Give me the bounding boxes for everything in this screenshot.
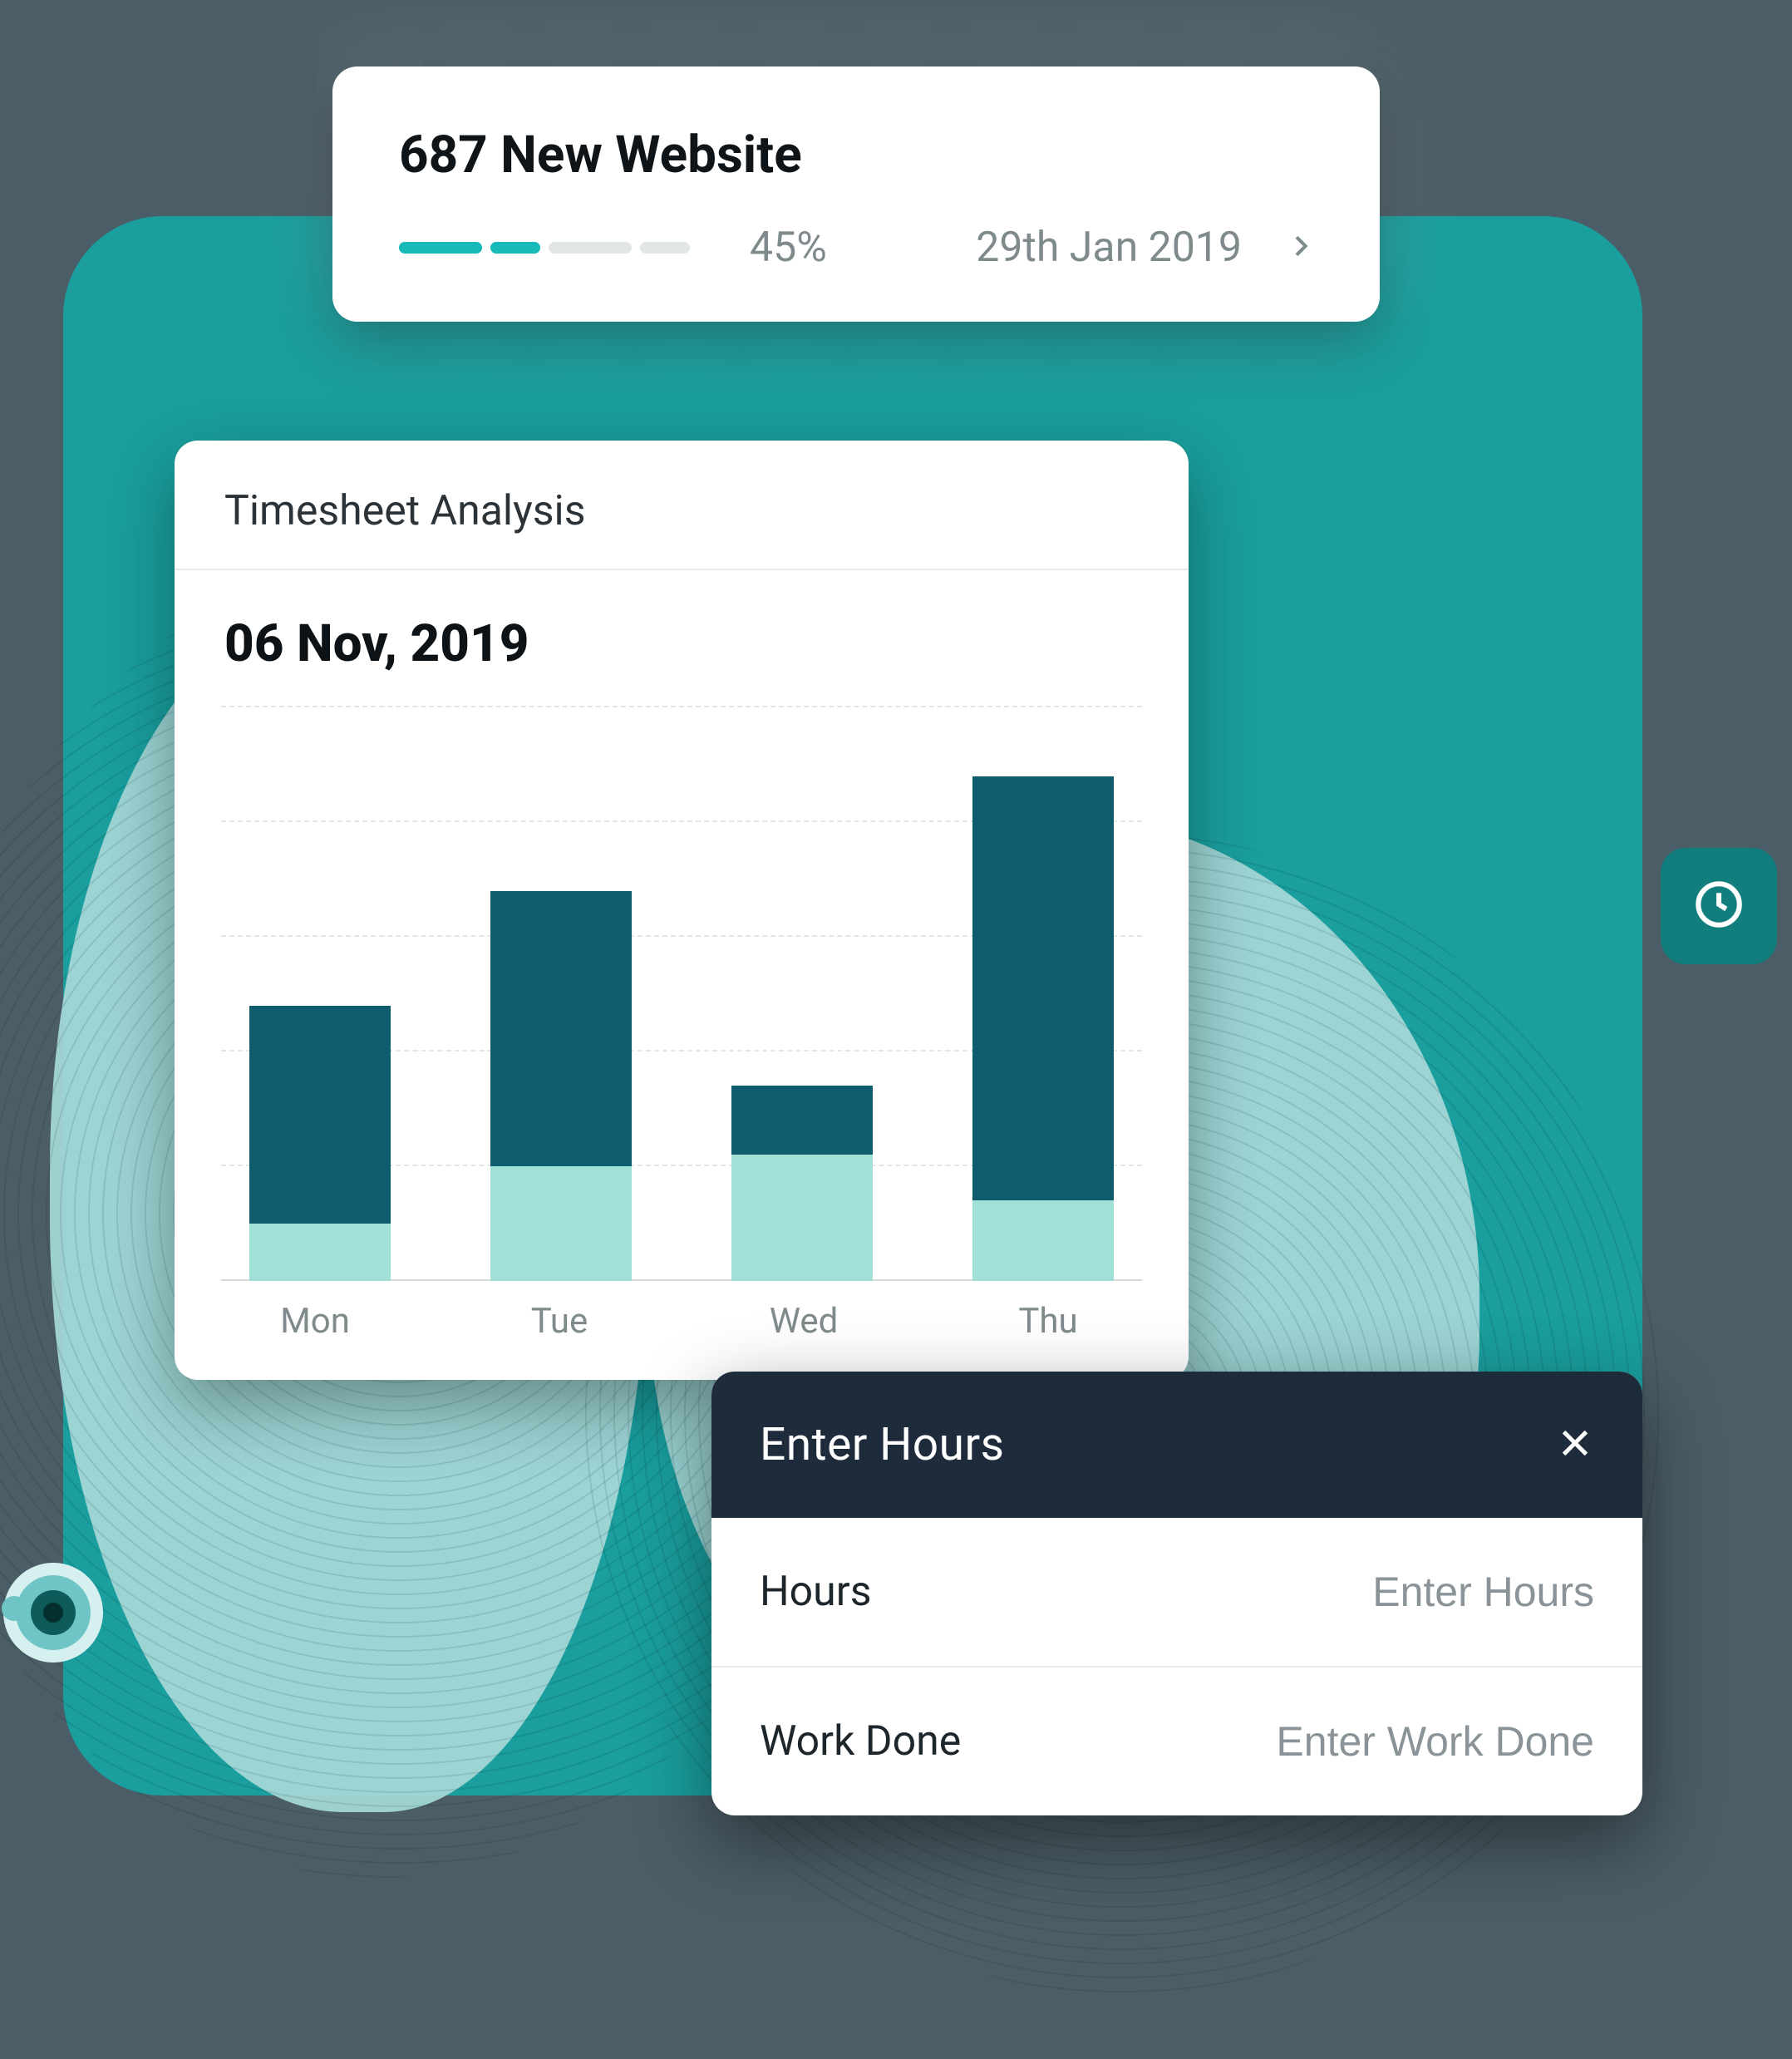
bar-segment-secondary xyxy=(249,1224,391,1281)
chart-area xyxy=(221,707,1142,1281)
workdone-row[interactable]: Work Done xyxy=(711,1667,1642,1815)
chart-bar[interactable] xyxy=(249,1006,391,1281)
hours-label: Hours xyxy=(760,1568,872,1616)
chart-bar[interactable] xyxy=(972,776,1114,1281)
x-axis-label: Thu xyxy=(977,1301,1119,1342)
workdone-label: Work Done xyxy=(760,1717,961,1766)
project-date: 29th Jan 2019 xyxy=(976,224,1242,272)
chart-bar[interactable] xyxy=(731,1086,873,1281)
bar-segment-secondary xyxy=(490,1166,632,1281)
x-axis-label: Tue xyxy=(489,1301,630,1342)
project-summary-card[interactable]: 687 New Website 45% 29th Jan 2019 xyxy=(332,66,1380,322)
bar-segment-secondary xyxy=(731,1155,873,1281)
clock-icon xyxy=(1691,877,1746,935)
project-title: 687 New Website xyxy=(399,125,1313,185)
progress-percent: 45% xyxy=(750,224,827,272)
bar-segment-secondary xyxy=(972,1200,1114,1281)
bar-segment-primary xyxy=(972,776,1114,1201)
enter-hours-modal: Enter Hours Hours Work Done xyxy=(711,1372,1642,1815)
bar-segment-primary xyxy=(490,891,632,1166)
chart-bar[interactable] xyxy=(490,891,632,1281)
analysis-title: Timesheet Analysis xyxy=(175,441,1189,570)
clock-button[interactable] xyxy=(1661,848,1777,964)
chart-x-axis: Mon Tue Wed Thu xyxy=(244,1301,1119,1342)
workdone-input[interactable] xyxy=(1094,1717,1594,1766)
analysis-date: 06 Nov, 2019 xyxy=(175,570,1189,699)
x-axis-label: Mon xyxy=(244,1301,386,1342)
bar-segment-primary xyxy=(731,1086,873,1155)
bar-segment-primary xyxy=(249,1006,391,1224)
close-icon xyxy=(1556,1450,1594,1465)
close-button[interactable] xyxy=(1556,1424,1594,1465)
hours-row[interactable]: Hours xyxy=(711,1518,1642,1667)
progress-bar xyxy=(399,242,690,254)
radar-widget xyxy=(3,1563,103,1662)
hours-input[interactable] xyxy=(1094,1568,1594,1616)
modal-title: Enter Hours xyxy=(760,1418,1005,1471)
timesheet-analysis-card: Timesheet Analysis 06 Nov, 2019 Mon Tue We… xyxy=(175,441,1189,1380)
chevron-right-icon[interactable] xyxy=(1287,229,1313,267)
x-axis-label: Wed xyxy=(733,1301,874,1342)
